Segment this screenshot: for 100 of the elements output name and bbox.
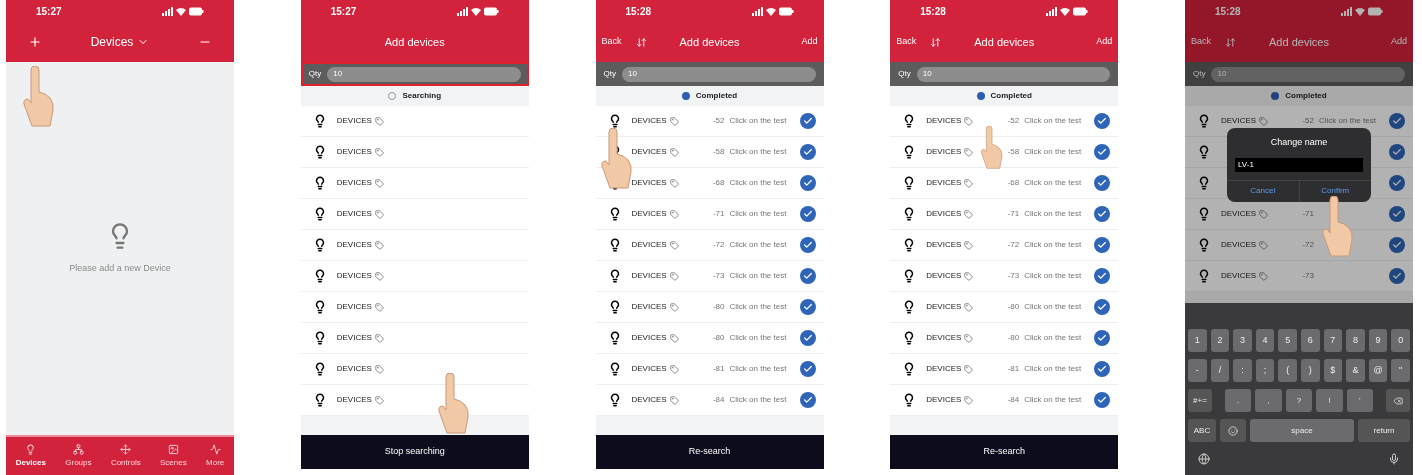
keyboard-key[interactable]: ?: [1285, 389, 1313, 412]
keyboard-key[interactable]: -: [1188, 359, 1207, 382]
mic-icon[interactable]: [1388, 453, 1400, 465]
test-link[interactable]: Click on the test: [1024, 208, 1082, 220]
tag-icon[interactable]: [964, 333, 974, 343]
keyboard-key[interactable]: 8: [1346, 329, 1365, 352]
test-link[interactable]: Click on the test: [1024, 270, 1082, 282]
sort-icon[interactable]: [930, 36, 942, 48]
tab-bar-item[interactable]: Scenes: [160, 443, 187, 469]
tab-bar-item[interactable]: More: [206, 443, 225, 469]
tag-icon[interactable]: [669, 364, 679, 374]
device-row[interactable]: DEVICES -84 Click on the test: [595, 385, 824, 416]
keyboard-key[interactable]: space: [1250, 419, 1354, 442]
checkbox[interactable]: [1094, 392, 1111, 408]
tag-icon[interactable]: [669, 116, 679, 126]
tag-icon[interactable]: [669, 333, 679, 343]
test-link[interactable]: Click on the test: [729, 146, 787, 158]
device-row[interactable]: DEVICES: [300, 261, 529, 292]
checkbox[interactable]: [1094, 113, 1111, 129]
cancel-button[interactable]: Cancel: [1227, 180, 1300, 202]
device-row[interactable]: DEVICES -80 Click on the test: [595, 323, 824, 354]
keyboard-key[interactable]: &: [1346, 359, 1365, 382]
sort-icon[interactable]: [1225, 36, 1236, 48]
tag-icon[interactable]: [1259, 116, 1269, 126]
device-row[interactable]: DEVICES: [300, 354, 529, 385]
keyboard-key[interactable]: ): [1300, 359, 1320, 382]
devices-dropdown[interactable]: Devices: [90, 33, 150, 51]
tag-icon[interactable]: [964, 240, 974, 250]
keyboard-key[interactable]: (: [1278, 359, 1297, 382]
keyboard-key[interactable]: ,: [1255, 389, 1282, 412]
backspace-key[interactable]: [1386, 389, 1411, 412]
add-button[interactable]: [28, 35, 42, 49]
globe-icon[interactable]: [1198, 453, 1210, 465]
back-button[interactable]: Back: [601, 35, 622, 49]
keyboard-key[interactable]: ': [1346, 389, 1374, 412]
sort-icon[interactable]: [635, 36, 647, 48]
add-button[interactable]: Add: [1391, 35, 1407, 49]
tag-icon[interactable]: [374, 333, 384, 343]
test-link[interactable]: Click on the test: [729, 115, 787, 127]
device-row[interactable]: DEVICES: [300, 323, 529, 354]
device-row[interactable]: DEVICES -73: [1185, 261, 1413, 292]
keyboard-key[interactable]: #+=: [1188, 389, 1212, 412]
tag-icon[interactable]: [669, 240, 679, 250]
test-link[interactable]: Click on the test: [729, 301, 787, 313]
keyboard-key[interactable]: @: [1368, 359, 1388, 382]
keyboard-key[interactable]: 1: [1188, 329, 1207, 352]
tag-icon[interactable]: [964, 364, 974, 374]
test-link[interactable]: Click on the test: [1024, 115, 1082, 127]
tag-icon[interactable]: [374, 240, 384, 250]
qty-field[interactable]: 10: [621, 66, 816, 82]
checkbox[interactable]: [799, 392, 816, 408]
checkbox[interactable]: [799, 268, 816, 284]
tag-icon[interactable]: [1259, 240, 1269, 250]
tab-bar-item[interactable]: Controls: [110, 443, 141, 469]
keyboard-key[interactable]: !: [1316, 389, 1343, 412]
keyboard-key[interactable]: 3: [1233, 329, 1252, 352]
tag-icon[interactable]: [374, 209, 384, 219]
checkbox[interactable]: [799, 361, 816, 377]
tag-icon[interactable]: [669, 178, 679, 188]
keyboard-key[interactable]: :: [1233, 359, 1252, 382]
test-link[interactable]: Click on the test: [729, 394, 787, 406]
checkbox[interactable]: [799, 299, 816, 315]
device-row[interactable]: DEVICES -52 Click on the test: [595, 106, 824, 137]
checkbox[interactable]: [1094, 144, 1111, 160]
keyboard-key[interactable]: 6: [1300, 329, 1320, 352]
device-row[interactable]: DEVICES: [300, 292, 529, 323]
checkbox[interactable]: [1389, 113, 1405, 129]
device-row[interactable]: DEVICES -81 Click on the test: [595, 354, 824, 385]
test-link[interactable]: Click on the test: [1024, 363, 1082, 375]
tag-icon[interactable]: [374, 116, 384, 126]
keyboard-key[interactable]: ;: [1255, 359, 1275, 382]
test-link[interactable]: Click on the test: [729, 208, 787, 220]
keyboard-key[interactable]: ABC: [1188, 419, 1216, 442]
checkbox[interactable]: [1094, 299, 1111, 315]
checkbox[interactable]: [799, 175, 816, 191]
tag-icon[interactable]: [964, 147, 974, 157]
tab-bar-item[interactable]: Groups: [65, 443, 92, 469]
device-row[interactable]: DEVICES -80 Click on the test: [890, 323, 1119, 354]
name-input[interactable]: LV-1: [1235, 157, 1363, 172]
device-row[interactable]: DEVICES: [300, 137, 529, 168]
checkbox[interactable]: [1389, 237, 1405, 253]
qty-field[interactable]: 10: [916, 66, 1111, 82]
test-link[interactable]: Click on the test: [1319, 115, 1376, 127]
checkbox[interactable]: [799, 206, 816, 222]
checkbox[interactable]: [1094, 361, 1111, 377]
tag-icon[interactable]: [964, 302, 974, 312]
checkbox[interactable]: [1094, 237, 1111, 253]
device-row[interactable]: DEVICES -58 Click on the test: [595, 137, 824, 168]
checkbox[interactable]: [799, 113, 816, 129]
qty-field[interactable]: 10: [327, 66, 521, 82]
keyboard-key[interactable]: $: [1323, 359, 1343, 382]
add-button[interactable]: Add: [1096, 35, 1113, 49]
tag-icon[interactable]: [964, 209, 974, 219]
tag-icon[interactable]: [964, 116, 974, 126]
device-row[interactable]: DEVICES: [300, 168, 529, 199]
keyboard-key[interactable]: 9: [1368, 329, 1388, 352]
checkbox[interactable]: [799, 237, 816, 253]
search-button[interactable]: Re-search: [890, 435, 1119, 469]
device-row[interactable]: DEVICES -68 Click on the test: [595, 168, 824, 199]
device-row[interactable]: DEVICES: [300, 199, 529, 230]
